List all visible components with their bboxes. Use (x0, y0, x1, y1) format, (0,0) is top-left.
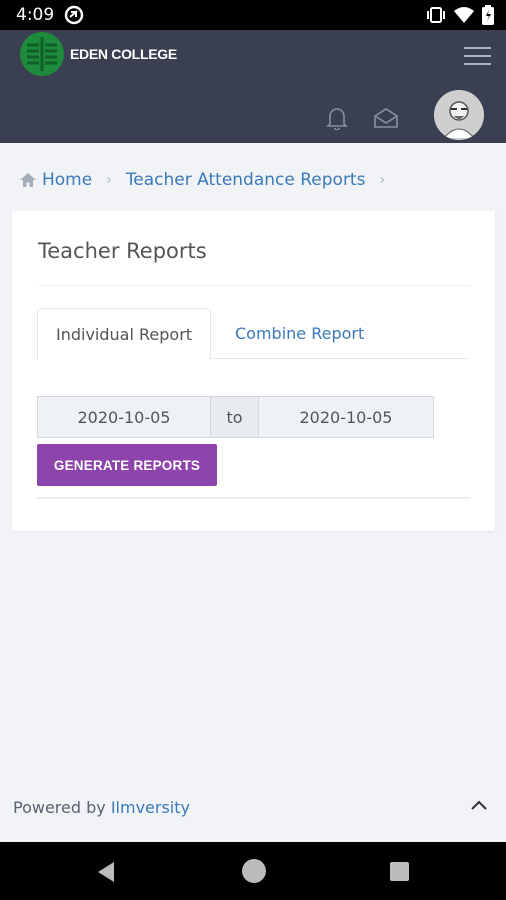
report-tabs: Individual Report Combine Report (37, 308, 469, 360)
sync-icon (64, 5, 84, 25)
chevron-right-icon: › (379, 172, 386, 188)
battery-icon (482, 5, 494, 25)
chevron-right-icon: › (106, 172, 112, 188)
date-separator: to (210, 397, 259, 437)
breadcrumb-home-link[interactable]: Home (42, 170, 92, 190)
status-bar: 4:09 (0, 0, 506, 30)
app-header: EDEN COLLEGE (0, 30, 506, 143)
card-title: Teacher Reports (38, 239, 207, 263)
breadcrumb: Home › Teacher Attendance Reports › (20, 170, 399, 190)
divider (38, 285, 470, 286)
home-button-icon[interactable] (242, 859, 266, 883)
footer-credit: Powered by Ilmversity (13, 798, 190, 817)
logo-text: EDEN COLLEGE (70, 46, 177, 62)
recents-icon[interactable] (390, 862, 409, 881)
menu-bar (464, 55, 491, 57)
avatar-person-icon (434, 90, 484, 140)
menu-bar (464, 63, 491, 65)
tab-combine-report[interactable]: Combine Report (217, 308, 382, 359)
system-nav-bar (0, 842, 506, 900)
menu-button[interactable] (464, 47, 491, 67)
divider (37, 497, 470, 499)
vibrate-icon (427, 7, 445, 23)
date-from-input[interactable]: 2020-10-05 (38, 397, 210, 437)
footer-prefix: Powered by (13, 798, 106, 817)
status-time: 4:09 (16, 5, 55, 25)
home-icon (20, 173, 36, 187)
teacher-reports-card: Teacher Reports Individual Report Combin… (12, 211, 495, 531)
user-avatar[interactable] (434, 90, 484, 140)
college-logo-icon (20, 32, 64, 76)
chevron-up-icon[interactable] (470, 798, 488, 812)
date-to-input[interactable]: 2020-10-05 (259, 397, 433, 437)
back-icon[interactable] (96, 861, 116, 883)
footer-brand-link[interactable]: Ilmversity (111, 798, 190, 817)
date-range: 2020-10-05 to 2020-10-05 (37, 396, 434, 438)
generate-reports-button[interactable]: GENERATE REPORTS (37, 444, 217, 486)
breadcrumb-current[interactable]: Teacher Attendance Reports (126, 170, 366, 190)
status-icons (426, 5, 494, 25)
mail-icon[interactable] (373, 107, 399, 129)
menu-bar (464, 47, 491, 49)
notification-bell-icon[interactable] (326, 106, 348, 130)
tab-individual-report[interactable]: Individual Report (37, 308, 212, 360)
wifi-icon (454, 7, 474, 23)
